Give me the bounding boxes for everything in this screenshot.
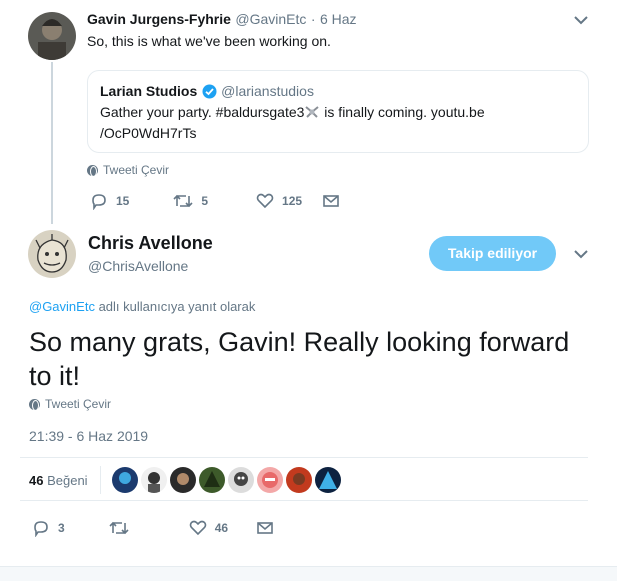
liker-avatar[interactable] (141, 467, 167, 493)
liker-avatar[interactable] (257, 467, 283, 493)
heart-icon (189, 520, 206, 536)
main-like-button[interactable]: 46 (189, 519, 228, 537)
stats-divider-bottom (20, 500, 588, 501)
parent-reply-count: 15 (116, 194, 130, 208)
page-bottom-bar (0, 566, 617, 581)
retweet-icon (173, 194, 193, 208)
parent-translate-label: Tweeti Çevir (103, 163, 170, 177)
liker-avatar[interactable] (228, 467, 254, 493)
quoted-text-line1-after: is finally coming. youtu.be (320, 104, 485, 120)
liker-avatar[interactable] (112, 467, 138, 493)
parent-translate-link[interactable]: Tweeti Çevir (87, 163, 169, 177)
main-translate-label: Tweeti Çevir (45, 397, 112, 411)
parent-like-count: 125 (282, 194, 303, 208)
parent-tweet-text: So, this is what we've been working on. (87, 33, 331, 49)
verified-badge-icon (202, 84, 217, 99)
parent-author-avatar[interactable] (28, 12, 76, 60)
envelope-icon (257, 522, 273, 534)
quoted-author-handle: @larianstudios (221, 83, 314, 99)
main-author-avatar[interactable] (28, 230, 76, 278)
main-tweet-timestamp[interactable]: 21:39 - 6 Haz 2019 (29, 428, 148, 444)
parent-more-chevron-icon[interactable] (572, 11, 590, 29)
main-author-handle[interactable]: @ChrisAvellone (88, 258, 188, 274)
main-like-count: 46 (214, 521, 229, 535)
quoted-tweet-card[interactable]: Larian Studios @larianstudios Gather you… (87, 70, 589, 153)
reply-icon (34, 521, 48, 537)
quoted-text-line2: /OcP0WdH7rTs (100, 125, 197, 141)
main-tweet-text: So many grats, Gavin! Really looking for… (29, 325, 609, 393)
likers-avatars (112, 467, 341, 493)
reply-icon (92, 194, 106, 210)
main-tweet-text-line2: to it! (29, 361, 81, 391)
parent-retweet-count: 5 (201, 194, 209, 208)
likes-count-number: 46 (29, 473, 44, 488)
parent-dm-button[interactable] (322, 192, 340, 210)
liker-avatar[interactable] (199, 467, 225, 493)
quoted-text-line1: Gather your party. #baldursgate3 (100, 104, 305, 120)
main-tweet-text-line1: So many grats, Gavin! Really looking for… (29, 327, 570, 357)
main-translate-link[interactable]: Tweeti Çevir (29, 397, 111, 411)
main-retweet-button[interactable] (109, 519, 137, 537)
main-more-chevron-icon[interactable] (572, 245, 590, 263)
globe-icon (29, 398, 40, 411)
liker-avatar[interactable] (286, 467, 312, 493)
stats-divider-top (20, 457, 588, 458)
reply-to-suffix: adlı kullanıcıya yanıt olarak (94, 299, 256, 314)
parent-author-name[interactable]: Gavin Jurgens-Fyhrie (87, 11, 231, 27)
following-button[interactable]: Takip ediliyor (429, 236, 556, 271)
main-author-name[interactable]: Chris Avellone (88, 233, 213, 254)
parent-author-handle[interactable]: @GavinEtc (235, 11, 306, 27)
main-reply-count: 3 (58, 521, 65, 535)
globe-icon (87, 164, 98, 177)
parent-reply-button[interactable]: 15 (90, 192, 129, 210)
liker-avatar[interactable] (170, 467, 196, 493)
reply-to-handle-link[interactable]: @GavinEtc (29, 299, 95, 314)
likes-count-label: Beğeni (47, 473, 88, 488)
main-reply-button[interactable]: 3 (32, 519, 65, 537)
parent-retweet-button[interactable]: 5 (173, 192, 208, 210)
quoted-author-name: Larian Studios (100, 83, 198, 99)
stats-vertical-divider (100, 466, 101, 494)
liker-avatar[interactable] (315, 467, 341, 493)
date-separator: · (310, 11, 316, 27)
replying-to-line: @GavinEtc adlı kullanıcıya yanıt olarak (29, 299, 255, 314)
heart-icon (256, 193, 274, 209)
thread-connector-line (51, 62, 53, 224)
parent-like-button[interactable]: 125 (256, 192, 302, 210)
retweet-icon (109, 521, 129, 535)
hashtag-emoji-icon (304, 103, 320, 118)
likes-count-link[interactable]: 46 Beğeni (29, 473, 88, 488)
envelope-icon (323, 195, 339, 207)
main-dm-button[interactable] (256, 519, 274, 537)
parent-tweet-date[interactable]: 6 Haz (320, 11, 357, 27)
